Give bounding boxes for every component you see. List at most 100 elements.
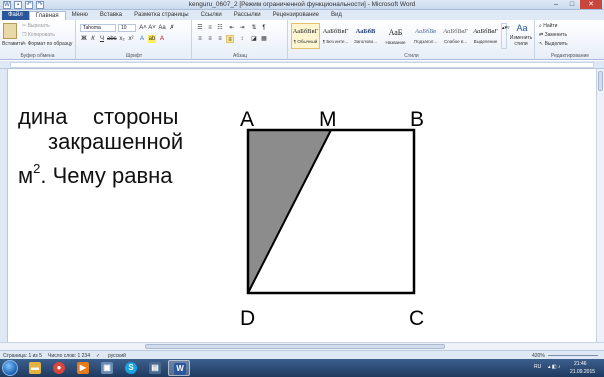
- style-title[interactable]: АаБ Название: [381, 23, 410, 49]
- copy-button[interactable]: ❐ Копировать: [22, 32, 55, 38]
- line-spacing-icon[interactable]: ↕: [238, 35, 246, 43]
- style-normal[interactable]: АаБбВвГ ¶ Обычный: [291, 23, 320, 49]
- text-effects-icon[interactable]: A: [138, 35, 146, 43]
- taskbar-skype[interactable]: S: [120, 360, 142, 376]
- label-c: C: [409, 307, 425, 330]
- style-preview: АаБ: [388, 28, 403, 37]
- cut-button[interactable]: ✂ Вырезать: [22, 23, 50, 29]
- styles-scroll-icon[interactable]: ▴▾▿: [501, 23, 510, 49]
- input-language[interactable]: RU: [534, 364, 541, 370]
- tab-view[interactable]: Вид: [325, 11, 348, 20]
- align-right-icon[interactable]: ≡: [216, 35, 224, 43]
- align-left-icon[interactable]: ≡: [196, 35, 204, 43]
- tab-insert[interactable]: Вставка: [94, 11, 128, 20]
- tab-references[interactable]: Ссылки: [195, 11, 228, 20]
- grow-font-icon[interactable]: A˄: [139, 24, 147, 32]
- clock-date[interactable]: 21.09.2015: [570, 369, 595, 375]
- replace-button[interactable]: ⇄ Заменить: [539, 32, 567, 38]
- underline-icon[interactable]: Ч: [98, 35, 106, 43]
- horizontal-ruler[interactable]: [0, 61, 604, 69]
- tab-mailings[interactable]: Рассылки: [228, 11, 267, 20]
- taskbar-app-2[interactable]: ▤: [144, 360, 166, 376]
- superscript-icon[interactable]: x²: [127, 35, 135, 43]
- font-group-label: Шрифт: [125, 53, 143, 59]
- horizontal-scrollbar[interactable]: [0, 342, 604, 350]
- document-page[interactable]: дина стороны закрашенной м2. Чему равна …: [0, 69, 596, 342]
- tray-icons[interactable]: ▴ ◧ ♪: [548, 364, 561, 370]
- minimize-button[interactable]: –: [548, 0, 564, 9]
- select-label: Выделить: [544, 41, 568, 47]
- status-bar: Страница: 1 из 5 Число слов: 1 234 ✓ рус…: [0, 350, 604, 359]
- folder-icon: ▬: [29, 362, 41, 374]
- paste-button[interactable]: Вставить: [2, 41, 23, 47]
- style-name: Подзагол...: [413, 39, 438, 44]
- taskbar-media[interactable]: ▶: [72, 360, 94, 376]
- borders-icon[interactable]: ▦: [260, 35, 268, 43]
- tab-page-layout[interactable]: Разметка страницы: [128, 11, 194, 20]
- increase-indent-icon[interactable]: ⇥: [238, 24, 246, 32]
- tab-file[interactable]: Файл: [2, 11, 29, 20]
- clear-format-icon[interactable]: ✗: [168, 24, 176, 32]
- highlight-icon[interactable]: ab: [148, 35, 156, 43]
- taskbar: ▬ ● ▶ ▣ S ▤ W RU ▴ ◧ ♪ 21:46 21.09.2015: [0, 359, 604, 377]
- taskbar-app[interactable]: ▣: [96, 360, 118, 376]
- start-button[interactable]: [2, 360, 18, 376]
- multilevel-list-icon[interactable]: ☷: [216, 24, 224, 32]
- style-heading[interactable]: АаБбВ Заголово...: [351, 23, 380, 49]
- tab-review[interactable]: Рецензирование: [267, 11, 325, 20]
- clock-time[interactable]: 21:46: [574, 361, 587, 367]
- zoom-slider[interactable]: [548, 355, 598, 356]
- taskbar-chrome[interactable]: ●: [48, 360, 70, 376]
- cut-label: Вырезать: [27, 23, 50, 29]
- vertical-scroll-thumb[interactable]: [598, 71, 603, 91]
- numbering-icon[interactable]: ≡: [206, 24, 214, 32]
- change-styles-button[interactable]: Изменить стили: [508, 35, 534, 47]
- styles-group-label: Стили: [404, 53, 419, 59]
- tab-home[interactable]: Главная: [28, 11, 66, 20]
- horizontal-scroll-thumb[interactable]: [145, 344, 445, 349]
- geometry-figure: [246, 128, 416, 295]
- bullets-icon[interactable]: ☰: [196, 24, 204, 32]
- font-name-select[interactable]: Tahoma: [80, 24, 116, 32]
- shrink-font-icon[interactable]: A˅: [148, 24, 156, 32]
- close-button[interactable]: ✕: [580, 0, 602, 9]
- sort-icon[interactable]: ⇅: [250, 24, 258, 32]
- font-group: Tahoma 10 A˄ A˅ Aa ✗ Ж К Ч abc x₂ x² A a…: [77, 20, 192, 60]
- style-no-spacing[interactable]: АаБбВвГ ¶ Без инте...: [321, 23, 350, 49]
- chrome-icon: ●: [53, 362, 65, 374]
- style-subtitle[interactable]: АаБбВв Подзагол...: [411, 23, 440, 49]
- style-preview: АаБбВвГ: [322, 28, 349, 35]
- bold-icon[interactable]: Ж: [80, 35, 88, 43]
- align-center-icon[interactable]: ≡: [206, 35, 214, 43]
- change-case-icon[interactable]: Aa: [158, 24, 166, 32]
- style-emphasis[interactable]: АаБбВвГ Выделение: [471, 23, 500, 49]
- font-color-icon[interactable]: A: [158, 35, 166, 43]
- taskbar-word[interactable]: W: [168, 360, 190, 376]
- subscript-icon[interactable]: x₂: [118, 35, 126, 43]
- strikethrough-icon[interactable]: abc: [107, 35, 117, 43]
- shading-icon[interactable]: ◪: [250, 35, 258, 43]
- select-button[interactable]: ↖ Выделить: [539, 41, 568, 47]
- label-b: B: [410, 108, 425, 131]
- style-subtle-emphasis[interactable]: АаБбВвГ Слабое в...: [441, 23, 470, 49]
- taskbar-explorer[interactable]: ▬: [24, 360, 46, 376]
- italic-icon[interactable]: К: [89, 35, 97, 43]
- style-name: Заголово...: [354, 39, 377, 44]
- style-name: Название: [385, 40, 406, 45]
- title-bar: W ▪ ↶ ↷ kenguru_0607_2 [Режим ограниченн…: [0, 0, 604, 10]
- vertical-ruler[interactable]: [0, 69, 8, 342]
- word-icon: W: [174, 363, 186, 375]
- pilcrow-icon[interactable]: ¶: [260, 24, 268, 32]
- tab-menu[interactable]: Меню: [66, 11, 94, 20]
- style-name: Слабое в...: [443, 39, 468, 44]
- paragraph-group-label: Абзац: [232, 53, 248, 59]
- maximize-button[interactable]: □: [564, 0, 580, 9]
- editing-group: ⌕ Найти ⇄ Заменить ↖ Выделить Редактиров…: [536, 20, 604, 60]
- font-size-select[interactable]: 10: [118, 24, 136, 32]
- justify-icon[interactable]: ≡: [226, 35, 234, 43]
- find-button[interactable]: ⌕ Найти: [539, 23, 557, 29]
- format-painter-button[interactable]: ✎ Формат по образцу: [22, 41, 72, 47]
- decrease-indent-icon[interactable]: ⇤: [228, 24, 236, 32]
- vertical-scrollbar[interactable]: [596, 69, 604, 342]
- paragraph-group: ☰ ≡ ☷ ⇤ ⇥ ⇅ ¶ ≡ ≡ ≡ ≡ ↕ ◪ ▦ Абзац: [193, 20, 288, 60]
